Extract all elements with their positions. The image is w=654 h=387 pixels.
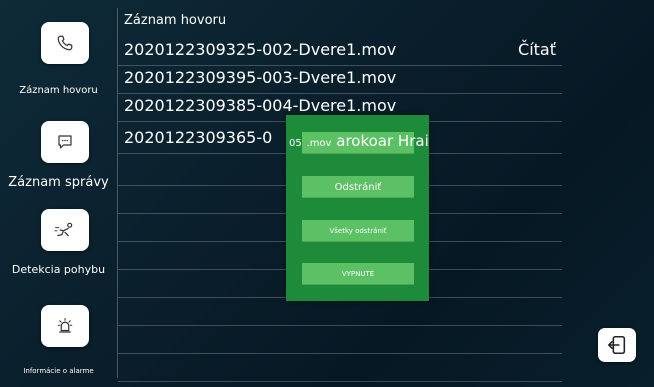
sidebar-item-label: Záznam správy [8, 175, 109, 190]
alarm-info-button[interactable] [41, 305, 89, 347]
file-name: 2020122309365-0 [124, 128, 273, 147]
read-status: Čítať [518, 40, 556, 59]
alarm-icon [57, 317, 73, 333]
phone-icon [57, 35, 73, 51]
popup-title: 05 .mov arokoar Hrai [289, 132, 429, 150]
delete-button[interactable]: Odstrániť [302, 176, 414, 198]
popup-title-mid: .mov [306, 138, 332, 149]
sidebar: Záznam hovoru Záznam správy Detekcia poh… [0, 0, 117, 387]
screen: Záznam hovoru Záznam správy Detekcia poh… [0, 0, 654, 387]
list-header: Záznam hovoru [124, 13, 227, 28]
list-item-empty [118, 354, 562, 382]
popup-title-overlay: arokoar Hrai [336, 132, 429, 150]
list-item-empty [118, 298, 562, 326]
list-item[interactable]: 2020122309395-003-Dvere1.mov [118, 66, 562, 94]
exit-button[interactable] [598, 328, 636, 362]
popup-title-prefix: 05 [289, 138, 302, 149]
motion-button[interactable] [41, 209, 89, 251]
file-name: 2020122309395-003-Dvere1.mov [124, 68, 397, 87]
sidebar-item-label: Záznam hovoru [19, 85, 98, 96]
sidebar-item-label: Detekcia pohybu [11, 263, 106, 276]
file-name: 2020122309325-002-Dvere1.mov [124, 40, 397, 59]
call-record-button[interactable] [41, 22, 89, 64]
list-item-empty [118, 326, 562, 354]
file-name: 2020122309385-004-Dvere1.mov [124, 96, 397, 115]
sidebar-item-label: Informácie o alarme [23, 367, 94, 375]
message-icon [58, 135, 72, 149]
delete-all-button[interactable]: Všetky odstrániť [302, 220, 414, 242]
off-button[interactable]: VYPNUTÉ [302, 263, 414, 285]
exit-icon [607, 335, 626, 355]
motion-icon [54, 222, 73, 237]
message-record-button[interactable] [41, 121, 89, 163]
list-item[interactable]: 2020122309325-002-Dvere1.mov Čítať [118, 38, 562, 66]
options-popup: 05 .mov arokoar Hrai Odstrániť Všetky od… [286, 115, 429, 301]
